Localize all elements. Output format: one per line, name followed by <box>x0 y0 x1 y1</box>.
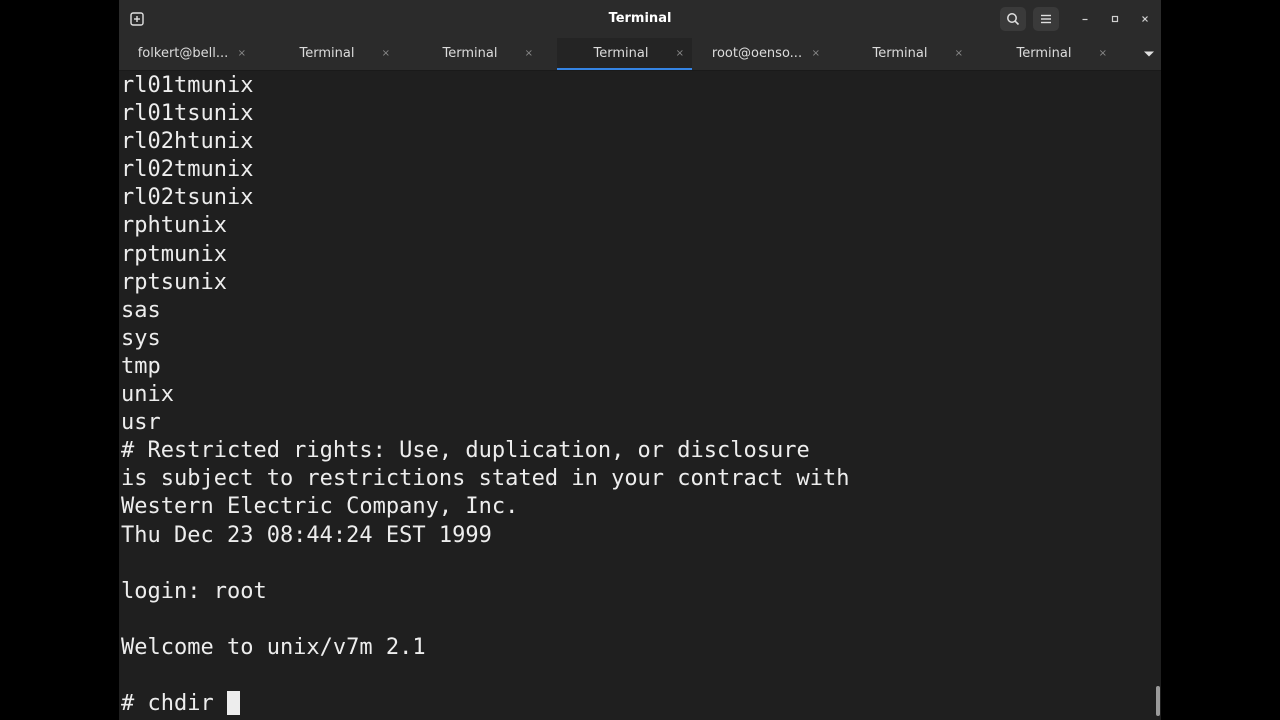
search-button[interactable] <box>1000 7 1026 31</box>
hamburger-menu-icon <box>1041 14 1051 24</box>
tab-close-button[interactable]: × <box>676 38 684 70</box>
tab-label: Terminal <box>299 46 355 61</box>
terminal-line: rphtunix <box>121 213 227 239</box>
title-bar[interactable]: Terminal <box>119 0 1161 38</box>
terminal-line: rl02tmunix <box>121 157 254 183</box>
tab-label: Terminal <box>442 46 498 61</box>
tab-close-button[interactable]: × <box>812 38 820 70</box>
tab-label: Terminal <box>1016 46 1072 61</box>
minimize-icon <box>1082 18 1088 21</box>
terminal-line: Thu Dec 23 08:44:24 EST 1999 <box>121 522 492 548</box>
terminal-window: Terminal folkert@bell... × Terminal × Te… <box>119 0 1161 720</box>
scrollbar-thumb[interactable] <box>1156 686 1160 716</box>
close-button[interactable] <box>1135 9 1155 29</box>
terminal-line: is subject to restrictions stated in you… <box>121 466 850 492</box>
prompt-text: # chdir <box>121 691 214 717</box>
tab-terminal-6[interactable]: Terminal × <box>836 38 971 70</box>
tab-close-button[interactable]: × <box>238 38 246 70</box>
terminal-line: rl01tmunix <box>121 73 254 98</box>
terminal-line: Welcome to unix/v7m 2.1 <box>121 634 426 660</box>
tab-label: Terminal <box>593 46 649 61</box>
terminal-line: sys <box>121 325 161 351</box>
chevron-down-icon <box>1144 51 1154 57</box>
terminal-line: rptsunix <box>121 269 227 295</box>
new-tab-button[interactable] <box>124 7 150 31</box>
terminal-line: rl02tsunix <box>121 185 254 211</box>
tab-bar: folkert@bell... × Terminal × Terminal × … <box>119 38 1161 71</box>
tab-close-button[interactable]: × <box>1099 38 1107 70</box>
terminal-line: sas <box>121 297 161 323</box>
tab-terminal-3[interactable]: Terminal × <box>406 38 541 70</box>
close-icon <box>1142 16 1148 22</box>
tab-close-button[interactable]: × <box>382 38 390 70</box>
terminal-line: usr <box>121 410 161 436</box>
terminal-line: rl01tsunix <box>121 101 254 127</box>
maximize-button[interactable] <box>1105 9 1125 29</box>
terminal-output[interactable]: rl01tmunix rl01tsunix rl02htunix rl02tmu… <box>119 71 1155 720</box>
prompt-line[interactable]: # chdir <box>121 690 849 718</box>
tab-close-button[interactable]: × <box>525 38 533 70</box>
new-tab-icon <box>130 12 144 26</box>
active-tab-indicator <box>557 68 692 70</box>
tab-close-button[interactable]: × <box>955 38 963 70</box>
tab-terminal-7[interactable]: Terminal × <box>980 38 1115 70</box>
terminal-scrollbar[interactable] <box>1155 71 1161 720</box>
terminal-line: rl02htunix <box>121 129 254 155</box>
tab-overflow-button[interactable] <box>1139 38 1159 70</box>
menu-button[interactable] <box>1033 7 1059 31</box>
terminal-line: Western Electric Company, Inc. <box>121 494 519 520</box>
tab-label: Terminal <box>872 46 928 61</box>
tab-folkert[interactable]: folkert@bell... × <box>119 38 254 70</box>
terminal-line: rptmunix <box>121 241 227 267</box>
terminal-line: # Restricted rights: Use, duplication, o… <box>121 438 810 464</box>
terminal-line: login: root <box>121 578 267 604</box>
tab-root-oenso[interactable]: root@oenso... × <box>693 38 828 70</box>
tab-label: root@oenso... <box>711 46 803 61</box>
tab-terminal-2[interactable]: Terminal × <box>263 38 398 70</box>
maximize-icon <box>1111 15 1119 23</box>
terminal-lines: rl01tmunix rl01tsunix rl02htunix rl02tmu… <box>121 72 849 718</box>
terminal-line: tmp <box>121 353 161 379</box>
tab-terminal-active[interactable]: Terminal × <box>557 38 692 70</box>
text-cursor <box>226 691 240 716</box>
tab-label: folkert@bell... <box>137 46 229 61</box>
terminal-line: unix <box>121 382 174 408</box>
minimize-button[interactable] <box>1075 9 1095 29</box>
search-icon <box>1007 13 1020 26</box>
